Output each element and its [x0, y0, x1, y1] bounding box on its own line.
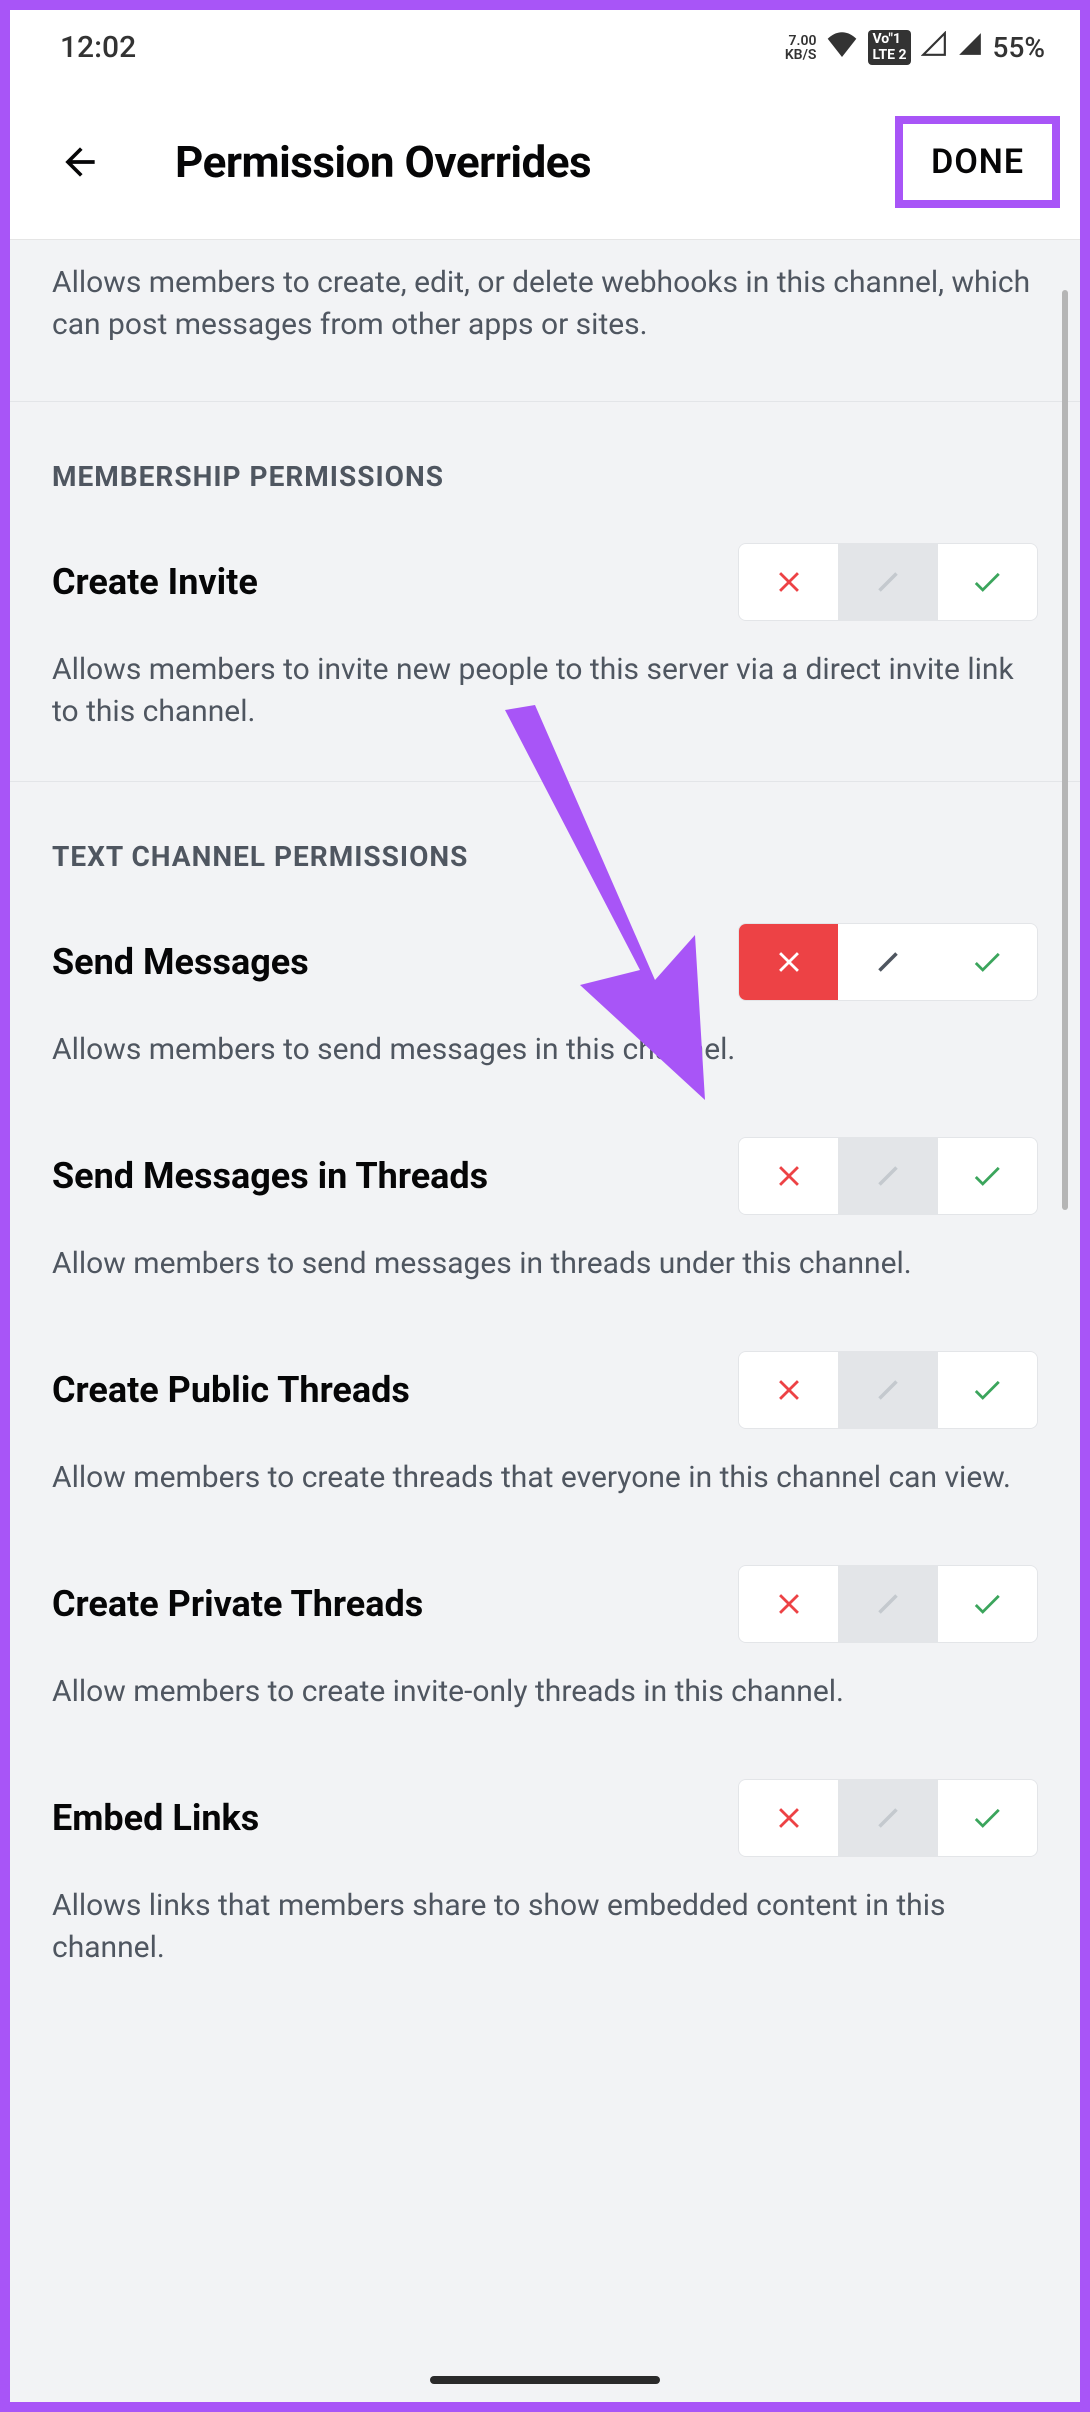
done-button[interactable]: DONE [895, 116, 1060, 208]
neutral-button[interactable] [838, 1138, 937, 1214]
perm-desc-send-messages: Allows members to send messages in this … [52, 1029, 1038, 1071]
deny-button[interactable] [739, 1138, 838, 1214]
status-time: 12:02 [60, 30, 136, 65]
perm-title-send-messages-threads: Send Messages in Threads [52, 1155, 488, 1197]
back-button[interactable] [55, 137, 105, 187]
perm-desc-create-private-threads: Allow members to create invite-only thre… [52, 1671, 1038, 1713]
perm-desc-send-messages-threads: Allow members to send messages in thread… [52, 1243, 1038, 1285]
battery-text: 55% [993, 31, 1045, 64]
deny-button[interactable] [739, 1352, 838, 1428]
perm-title-create-private-threads: Create Private Threads [52, 1583, 423, 1625]
deny-button[interactable] [739, 1780, 838, 1856]
gesture-bar [430, 2376, 660, 2384]
perm-desc-create-public-threads: Allow members to create threads that eve… [52, 1457, 1038, 1499]
deny-button[interactable] [739, 924, 838, 1000]
perm-desc-embed-links: Allows links that members share to show … [52, 1885, 1038, 1969]
toggle-send-messages-threads [738, 1137, 1038, 1215]
deny-button[interactable] [739, 1566, 838, 1642]
section-text-channel-permissions: TEXT CHANNEL PERMISSIONS [10, 782, 1080, 905]
neutral-button[interactable] [838, 1780, 937, 1856]
status-right: 7.00 KB/S Vo"1LTE 2 55% [785, 30, 1045, 65]
permission-send-messages: Send Messages Allows members to send mes… [10, 905, 1080, 1119]
lte-badge: Vo"1LTE 2 [868, 30, 910, 65]
neutral-button[interactable] [838, 1566, 937, 1642]
allow-button[interactable] [938, 1138, 1037, 1214]
perm-title-create-public-threads: Create Public Threads [52, 1369, 410, 1411]
permission-embed-links: Embed Links Allows links that members sh… [10, 1761, 1080, 2017]
neutral-button[interactable] [838, 1352, 937, 1428]
permission-create-public-threads: Create Public Threads Allow members to c… [10, 1333, 1080, 1547]
toggle-send-messages [738, 923, 1038, 1001]
allow-button[interactable] [938, 1566, 1037, 1642]
permission-create-invite: Create Invite Allows members to invite n… [10, 525, 1080, 781]
toggle-create-private-threads [738, 1565, 1038, 1643]
section-membership-permissions: MEMBERSHIP PERMISSIONS [10, 402, 1080, 525]
scrollbar-indicator [1062, 290, 1068, 1210]
toggle-create-invite [738, 543, 1038, 621]
deny-button[interactable] [739, 544, 838, 620]
status-bar: 12:02 7.00 KB/S Vo"1LTE 2 55% [10, 10, 1080, 85]
allow-button[interactable] [938, 1780, 1037, 1856]
wifi-icon [826, 31, 858, 64]
perm-title-send-messages: Send Messages [52, 941, 309, 983]
toggle-embed-links [738, 1779, 1038, 1857]
neutral-button[interactable] [838, 924, 937, 1000]
permission-send-messages-threads: Send Messages in Threads Allow members t… [10, 1119, 1080, 1333]
perm-desc-create-invite: Allows members to invite new people to t… [52, 649, 1038, 733]
allow-button[interactable] [938, 924, 1037, 1000]
permission-create-private-threads: Create Private Threads Allow members to … [10, 1547, 1080, 1761]
toggle-create-public-threads [738, 1351, 1038, 1429]
signal-icon-1 [921, 31, 947, 64]
signal-icon-2 [957, 31, 983, 64]
content-scroll[interactable]: Allows members to create, edit, or delet… [10, 240, 1080, 2402]
app-header: Permission Overrides DONE [10, 85, 1080, 240]
page-title: Permission Overrides [175, 136, 591, 188]
neutral-button[interactable] [838, 544, 937, 620]
allow-button[interactable] [938, 544, 1037, 620]
perm-title-embed-links: Embed Links [52, 1797, 259, 1839]
perm-title-create-invite: Create Invite [52, 561, 258, 603]
webhooks-description: Allows members to create, edit, or delet… [10, 240, 1080, 402]
network-speed: 7.00 KB/S [785, 34, 817, 62]
allow-button[interactable] [938, 1352, 1037, 1428]
